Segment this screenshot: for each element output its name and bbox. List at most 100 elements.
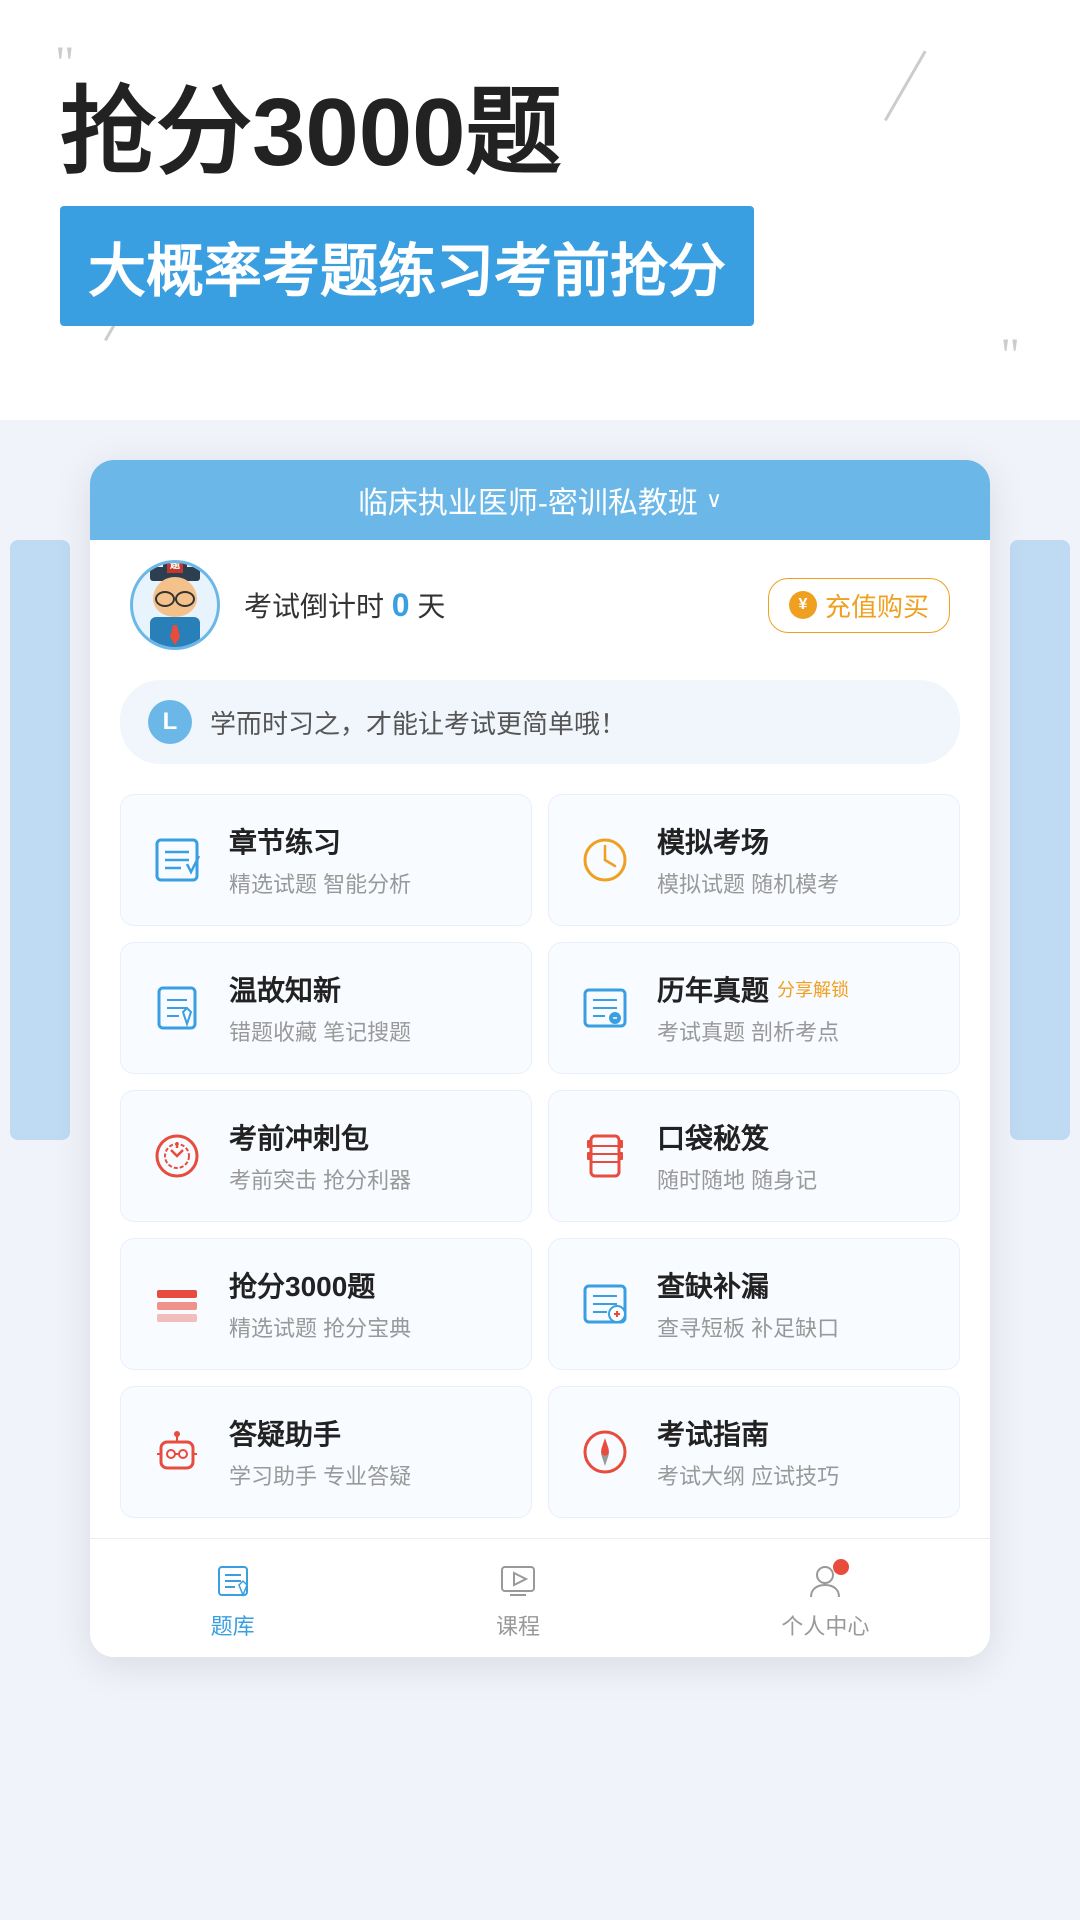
tab-question-bank[interactable]: 题库 (211, 1559, 255, 1641)
notice-icon: L (148, 700, 192, 744)
pocket-icon (577, 1128, 633, 1184)
tab-profile[interactable]: 个人中心 (781, 1559, 869, 1641)
side-decoration-right (1010, 540, 1070, 1140)
countdown-area: 考试倒计时 0 天 (244, 585, 744, 625)
sprint-pack-title: 考前冲刺包 (229, 1117, 411, 1157)
question-bank-tab-icon (211, 1559, 255, 1603)
chapter-icon (149, 832, 205, 888)
menu-item-exam-guide[interactable]: 考试指南 考试大纲 应试技巧 (548, 1386, 960, 1518)
hero-subtitle: 大概率考题练习考前抢分 (60, 206, 754, 326)
hero-title: 抢分3000题 (60, 80, 1020, 186)
avatar: 题 (130, 560, 220, 650)
profile-tab-label: 个人中心 (781, 1609, 869, 1641)
clock-icon (577, 832, 633, 888)
pocket-tips-title: 口袋秘笈 (657, 1117, 817, 1157)
review-notes-icon-wrap (145, 976, 209, 1040)
grab-3000-title: 抢分3000题 (229, 1265, 411, 1305)
sprint-pack-sub: 考前突击 抢分利器 (229, 1163, 411, 1195)
question-bank-tab-label: 题库 (211, 1609, 255, 1641)
avatar-tie (170, 625, 180, 645)
sprint-icon (149, 1128, 205, 1184)
menu-item-qa-assistant[interactable]: 答疑助手 学习助手 专业答疑 (120, 1386, 532, 1518)
pocket-tips-sub: 随时随地 随身记 (657, 1163, 817, 1195)
chapter-practice-text: 章节练习 精选试题 智能分析 (229, 821, 411, 899)
quote-close-icon: " (1000, 332, 1020, 380)
menu-item-mock-exam[interactable]: 模拟考场 模拟试题 随机模考 (548, 794, 960, 926)
mock-exam-sub: 模拟试题 随机模考 (657, 867, 839, 899)
chapter-practice-icon-wrap (145, 828, 209, 892)
class-header[interactable]: 临床执业医师-密训私教班 ∨ (90, 460, 990, 540)
recharge-label: 充值购买 (825, 587, 929, 624)
recharge-button[interactable]: ¥ 充值购买 (768, 578, 950, 633)
exam-guide-sub: 考试大纲 应试技巧 (657, 1459, 839, 1491)
grab-icon (149, 1276, 205, 1332)
countdown-text: 考试倒计时 0 天 (244, 585, 744, 625)
review-notes-title: 温故知新 (229, 969, 411, 1009)
app-card: 临床执业医师-密训私教班 ∨ 题 (90, 460, 990, 1657)
notice-bar: L 学而时习之，才能让考试更简单哦！ (120, 680, 960, 764)
past-exams-title: 历年真题 分享解锁 (657, 969, 849, 1009)
fill-gaps-text: 查缺补漏 查寻短板 补足缺口 (657, 1265, 839, 1343)
coin-icon: ¥ (789, 591, 817, 619)
courses-tab-label: 课程 (496, 1609, 540, 1641)
fill-gaps-sub: 查寻短板 补足缺口 (657, 1311, 839, 1343)
hero-section: " 抢分3000题 大概率考题练习考前抢分 " (0, 0, 1080, 420)
sprint-pack-text: 考前冲刺包 考前突击 抢分利器 (229, 1117, 411, 1195)
mock-exam-title: 模拟考场 (657, 821, 839, 861)
profile-tab-icon (803, 1559, 847, 1603)
review-icon (149, 980, 205, 1036)
edit-icon (211, 1559, 255, 1603)
qa-assistant-title: 答疑助手 (229, 1413, 411, 1453)
countdown-value: 0 (392, 587, 410, 623)
review-notes-sub: 错题收藏 笔记搜题 (229, 1015, 411, 1047)
mock-exam-text: 模拟考场 模拟试题 随机模考 (657, 821, 839, 899)
past-exams-text: 历年真题 分享解锁 考试真题 剖析考点 (657, 969, 849, 1047)
past-exam-icon (577, 980, 633, 1036)
qa-assistant-sub: 学习助手 专业答疑 (229, 1459, 411, 1491)
class-title: 临床执业医师-密训私教班 (358, 478, 698, 522)
menu-item-fill-gaps[interactable]: 查缺补漏 查寻短板 补足缺口 (548, 1238, 960, 1370)
tab-bar: 题库 课程 (90, 1538, 990, 1657)
menu-item-past-exams[interactable]: 历年真题 分享解锁 考试真题 剖析考点 (548, 942, 960, 1074)
menu-item-review-notes[interactable]: 温故知新 错题收藏 笔记搜题 (120, 942, 532, 1074)
chapter-practice-title: 章节练习 (229, 821, 411, 861)
play-icon (496, 1559, 540, 1603)
notice-text: 学而时习之，才能让考试更简单哦！ (210, 704, 626, 741)
qa-assistant-icon-wrap (145, 1420, 209, 1484)
fill-gaps-icon-wrap (573, 1272, 637, 1336)
countdown-unit: 天 (417, 591, 445, 622)
grab-3000-text: 抢分3000题 精选试题 抢分宝典 (229, 1265, 411, 1343)
menu-grid: 章节练习 精选试题 智能分析 模拟考场 模拟试题 随机模考 (90, 774, 990, 1538)
menu-item-chapter-practice[interactable]: 章节练习 精选试题 智能分析 (120, 794, 532, 926)
fill-gaps-title: 查缺补漏 (657, 1265, 839, 1305)
courses-tab-icon (496, 1559, 540, 1603)
countdown-label: 考试倒计时 (244, 591, 384, 622)
past-exams-sub: 考试真题 剖析考点 (657, 1015, 849, 1047)
exam-guide-title: 考试指南 (657, 1413, 839, 1453)
side-decoration-left (10, 540, 70, 1140)
qa-assistant-text: 答疑助手 学习助手 专业答疑 (229, 1413, 411, 1491)
pocket-tips-icon-wrap (573, 1124, 637, 1188)
chevron-down-icon: ∨ (706, 487, 722, 513)
avatar-suit (150, 617, 200, 647)
exam-guide-icon-wrap (573, 1420, 637, 1484)
pocket-tips-text: 口袋秘笈 随时随地 随身记 (657, 1117, 817, 1195)
exam-guide-text: 考试指南 考试大纲 应试技巧 (657, 1413, 839, 1491)
avatar-head (153, 577, 197, 617)
fillgap-icon (577, 1276, 633, 1332)
compass-icon (577, 1424, 633, 1480)
review-notes-text: 温故知新 错题收藏 笔记搜题 (229, 969, 411, 1047)
robot-icon (149, 1424, 205, 1480)
chapter-practice-sub: 精选试题 智能分析 (229, 867, 411, 899)
unlock-badge: 分享解锁 (777, 976, 849, 1002)
avatar-glasses-icon (155, 591, 195, 603)
menu-item-grab-3000[interactable]: 抢分3000题 精选试题 抢分宝典 (120, 1238, 532, 1370)
tab-courses[interactable]: 课程 (496, 1559, 540, 1641)
sprint-pack-icon-wrap (145, 1124, 209, 1188)
grab-3000-icon-wrap (145, 1272, 209, 1336)
mock-exam-icon-wrap (573, 828, 637, 892)
past-exams-icon-wrap (573, 976, 637, 1040)
menu-item-pocket-tips[interactable]: 口袋秘笈 随时随地 随身记 (548, 1090, 960, 1222)
menu-item-sprint-pack[interactable]: 考前冲刺包 考前突击 抢分利器 (120, 1090, 532, 1222)
grab-3000-sub: 精选试题 抢分宝典 (229, 1311, 411, 1343)
